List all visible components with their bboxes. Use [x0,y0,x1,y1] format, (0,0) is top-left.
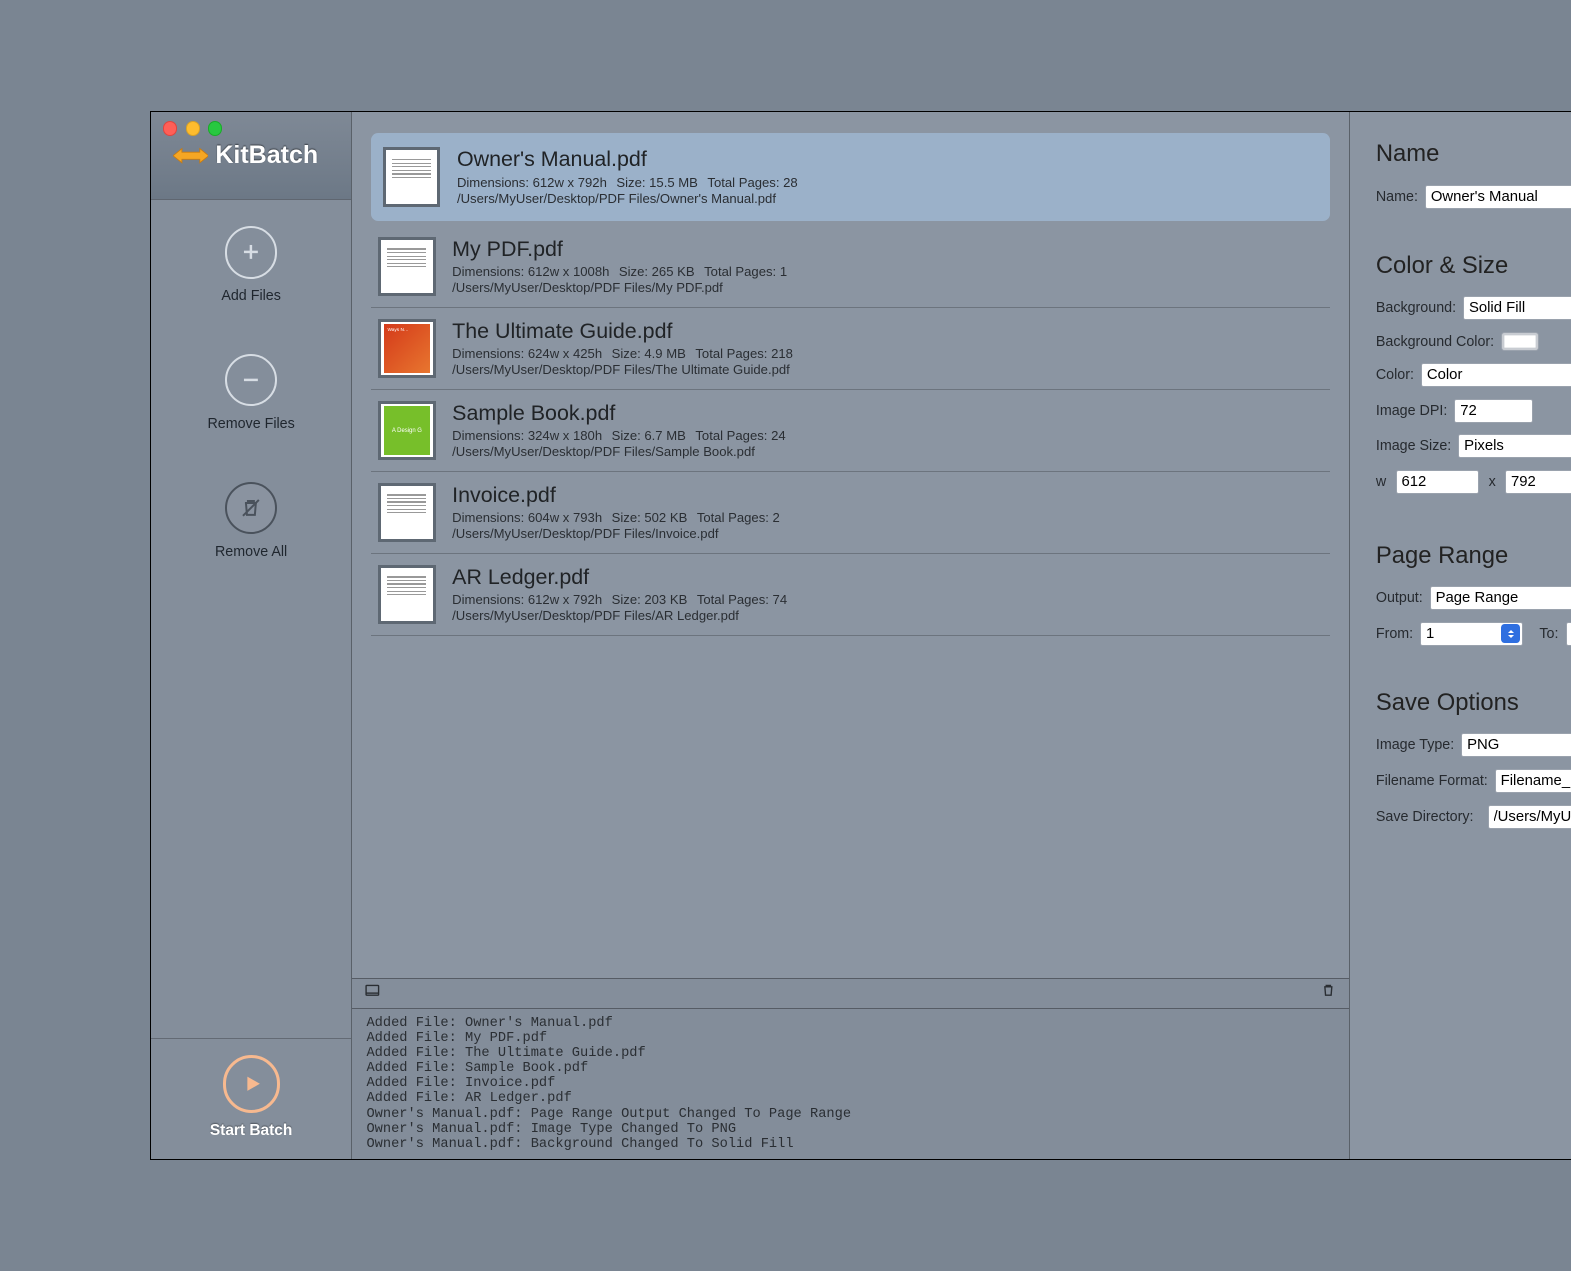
add-files-label: Add Files [151,288,351,304]
file-name: My PDF.pdf [452,237,1322,262]
bgcolor-label: Background Color: [1376,334,1494,350]
file-row[interactable]: Owner's Manual.pdf Dimensions: 612w x 792… [371,133,1329,221]
file-path: /Users/MyUser/Desktop/PDF Files/Owner's … [457,191,1318,206]
file-thumbnail [378,565,435,625]
file-thumbnail [378,483,435,543]
color-select[interactable]: Color [1421,363,1571,387]
add-files-button[interactable]: Add Files [151,226,351,304]
file-list[interactable]: Owner's Manual.pdf Dimensions: 612w x 792… [352,112,1349,978]
clear-log-icon[interactable] [1320,982,1337,1005]
app-logo-icon [173,145,209,166]
log-output[interactable]: Added File: Owner's Manual.pdf Added Fil… [352,1009,1349,1159]
inspector-panel: Name Name: Color & Size Background: Soli… [1350,112,1571,1159]
file-meta: Dimensions: 604w x 793hSize: 502 KBTotal… [452,510,1322,525]
remove-files-label: Remove Files [151,416,351,432]
savedir-input[interactable] [1488,805,1571,829]
from-stepper[interactable] [1420,622,1522,646]
file-thumbnail [383,147,440,207]
file-name: Owner's Manual.pdf [457,147,1318,172]
file-path: /Users/MyUser/Desktop/PDF Files/My PDF.p… [452,280,1322,295]
trash-slash-icon [225,482,277,534]
width-label: w [1376,474,1386,490]
bgcolor-swatch[interactable] [1501,332,1539,351]
background-select[interactable]: Solid Fill [1463,296,1571,320]
imgsize-label: Image Size: [1376,438,1451,454]
file-name: The Ultimate Guide.pdf [452,319,1322,344]
x-separator: x [1489,474,1496,490]
plus-icon [225,226,277,278]
background-label: Background: [1376,300,1456,316]
file-meta: Dimensions: 612w x 792hSize: 203 KBTotal… [452,592,1322,607]
file-thumbnail [378,237,435,297]
from-label: From: [1376,626,1413,642]
name-input[interactable] [1425,185,1571,209]
section-save-title: Save Options [1376,689,1571,717]
file-meta: Dimensions: 324w x 180hSize: 6.7 MBTotal… [452,428,1322,443]
fnformat-select[interactable]: Filename_Page_1 [1495,769,1571,793]
file-row[interactable]: AR Ledger.pdf Dimensions: 612w x 792hSize… [371,554,1329,636]
name-label: Name: [1376,189,1418,205]
imgtype-label: Image Type: [1376,737,1454,753]
remove-files-button[interactable]: Remove Files [151,354,351,432]
minimize-window-button[interactable] [186,121,200,135]
output-select[interactable]: Page Range [1430,586,1571,610]
file-path: /Users/MyUser/Desktop/PDF Files/The Ulti… [452,362,1322,377]
log-toolbar [352,978,1349,1009]
app-name: KitBatch [215,141,318,170]
imgtype-select[interactable]: PNG [1461,733,1571,757]
file-name: Sample Book.pdf [452,401,1322,426]
file-row[interactable]: A Design G Sample Book.pdf Dimensions: 324… [371,390,1329,472]
file-path: /Users/MyUser/Desktop/PDF Files/AR Ledge… [452,608,1322,623]
savedir-label: Save Directory: [1376,809,1474,825]
section-color-title: Color & Size [1376,252,1571,280]
to-label: To: [1539,626,1558,642]
sidebar: KitBatch Add Files Remove Files Remove A… [151,112,351,1159]
file-thumbnail: A Design G [378,401,435,461]
imgsize-select[interactable]: Pixels [1458,434,1571,458]
close-window-button[interactable] [163,121,177,135]
file-row[interactable]: My PDF.pdf Dimensions: 612w x 1008hSize: … [371,226,1329,308]
section-name-title: Name [1376,140,1571,168]
file-name: AR Ledger.pdf [452,565,1322,590]
start-batch-button[interactable]: Start Batch [151,1055,351,1140]
file-thumbnail: Ways N… [378,319,435,379]
to-stepper[interactable] [1566,622,1571,646]
remove-all-button[interactable]: Remove All [151,482,351,560]
play-icon [223,1055,280,1112]
file-row[interactable]: Invoice.pdf Dimensions: 604w x 793hSize: … [371,472,1329,554]
file-path: /Users/MyUser/Desktop/PDF Files/Invoice.… [452,526,1322,541]
fnformat-label: Filename Format: [1376,773,1488,789]
main-panel: Owner's Manual.pdf Dimensions: 612w x 792… [351,112,1350,1159]
output-label: Output: [1376,590,1423,606]
file-name: Invoice.pdf [452,483,1322,508]
console-icon[interactable] [364,982,381,1005]
height-input[interactable] [1505,470,1571,494]
dpi-input[interactable] [1454,399,1533,423]
dpi-label: Image DPI: [1376,403,1447,419]
maximize-window-button[interactable] [208,121,222,135]
color-label: Color: [1376,367,1414,383]
file-meta: Dimensions: 624w x 425hSize: 4.9 MBTotal… [452,346,1322,361]
minus-icon [225,354,277,406]
file-meta: Dimensions: 612w x 792hSize: 15.5 MBTota… [457,175,1318,190]
file-path: /Users/MyUser/Desktop/PDF Files/Sample B… [452,444,1322,459]
section-range-title: Page Range [1376,542,1571,570]
remove-all-label: Remove All [151,544,351,560]
file-row[interactable]: Ways N… The Ultimate Guide.pdf Dimensions:… [371,308,1329,390]
width-input[interactable] [1396,470,1479,494]
file-meta: Dimensions: 612w x 1008hSize: 265 KBTota… [452,264,1322,279]
start-batch-label: Start Batch [151,1122,351,1140]
window-controls [163,121,223,135]
